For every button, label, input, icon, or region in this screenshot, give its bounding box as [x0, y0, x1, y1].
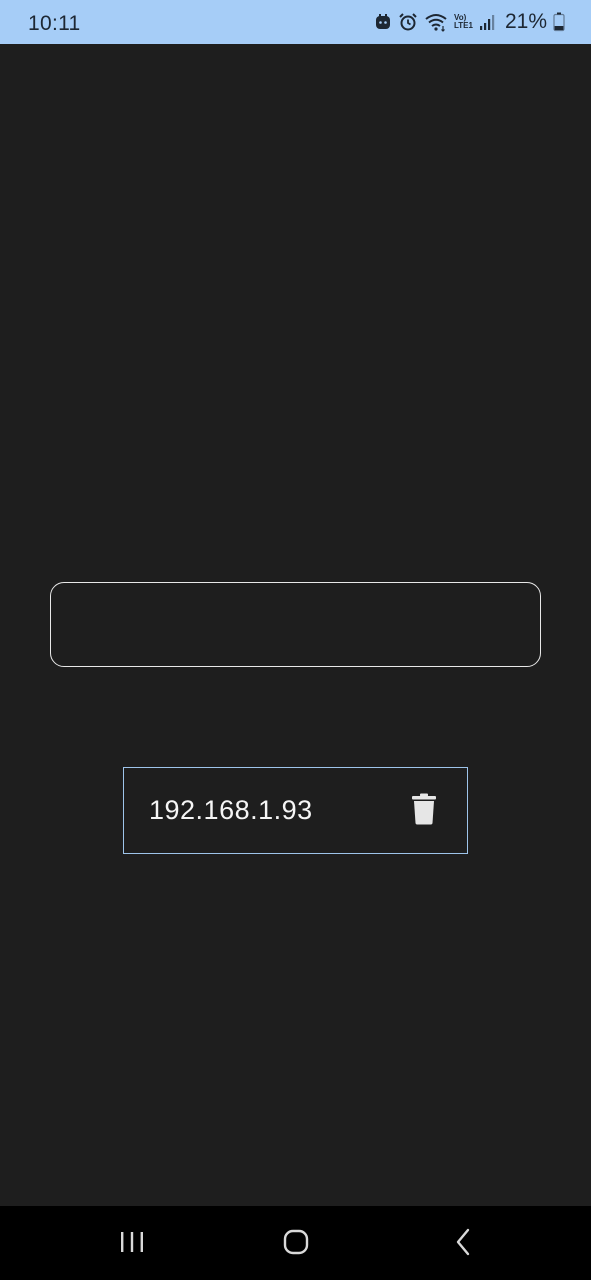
delete-ip-button[interactable] — [409, 793, 439, 830]
status-icons: Vo) LTE1 21% — [374, 10, 565, 34]
trash-icon — [411, 793, 437, 830]
ip-address-field[interactable] — [50, 582, 541, 667]
recent-apps-button[interactable] — [112, 1226, 152, 1262]
network-type-label: Vo) LTE1 — [454, 13, 473, 30]
status-bar: 10:11 Vo) LTE1 21% — [0, 0, 591, 44]
battery-icon — [553, 12, 565, 32]
navigation-bar — [0, 1206, 591, 1280]
status-time: 10:11 — [28, 12, 81, 35]
battery-percent: 21% — [504, 10, 547, 33]
saved-ip-item[interactable]: 192.168.1.93 — [123, 767, 468, 854]
home-icon — [283, 1229, 309, 1260]
recent-apps-icon — [118, 1230, 146, 1259]
signal-icon — [479, 13, 495, 31]
back-icon — [454, 1228, 472, 1261]
android-notification-icon — [374, 13, 392, 31]
ip-address-input[interactable] — [51, 583, 540, 666]
alarm-icon — [398, 12, 418, 32]
wifi-icon — [424, 12, 448, 32]
back-button[interactable] — [443, 1226, 483, 1262]
app-screen: 10:11 Vo) LTE1 21% 192.168.1.93 — [0, 0, 591, 1280]
saved-ip-address: 192.168.1.93 — [149, 795, 313, 825]
home-button[interactable] — [276, 1226, 316, 1262]
